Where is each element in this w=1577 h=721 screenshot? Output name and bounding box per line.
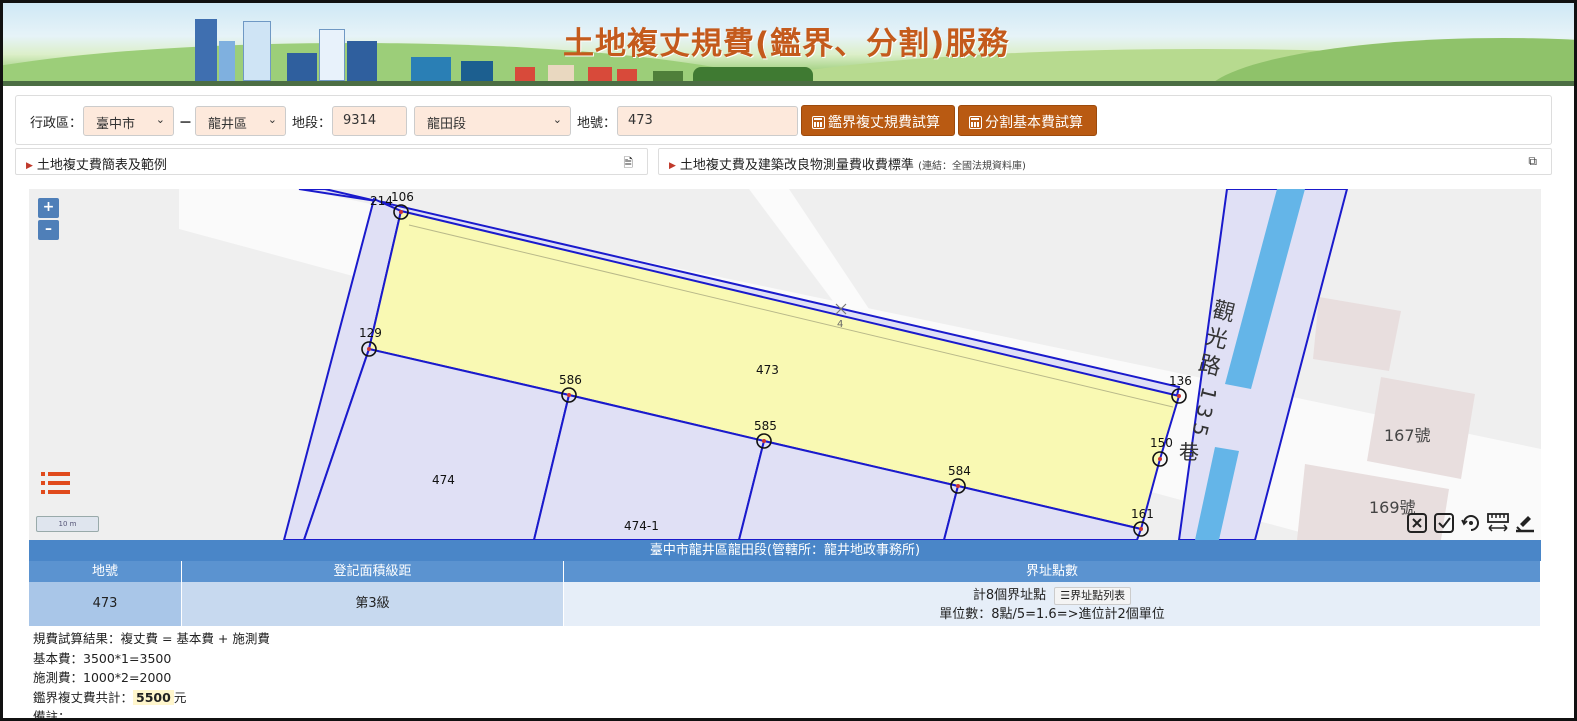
section-label: 地段： [292,116,332,131]
dash-separator: － [179,116,193,131]
point-label: 586 [559,373,582,387]
parcel-label: 473 [756,363,779,377]
point-label: 136 [1169,374,1192,388]
point-label: 150 [1150,436,1173,450]
city-select-value: 臺中市 [96,117,136,132]
survey-fee-button-label: 鑑界複丈規費試算 [828,115,940,131]
cell-boundary-points: 計8個界址點 ☰界址點列表 單位數：8點/5=1.6=>進位計2個單位 [564,582,1541,626]
chevron-down-icon: ⌄ [155,113,165,126]
document-icon: 🗎 [623,156,633,170]
select-checkbox-icon[interactable] [1433,512,1455,534]
download-icon[interactable] [1514,512,1536,534]
city-select[interactable]: 臺中市 ⌄ [83,106,174,136]
column-header-lot: 地號 [29,561,182,582]
cell-lot: 473 [29,582,182,626]
point-label: 106 [391,190,414,204]
fee-standard-link-note: (連結：全國法規資料庫) [918,161,1026,172]
point-label: 129 [359,326,382,340]
page-title: 土地複丈規費(鑑界、分割)服務 [563,26,1010,62]
zoom-out-button[interactable]: – [38,220,59,240]
calculator-icon [812,116,825,129]
map-canvas: 4 214 106 129 586 585 584 136 150 161 47… [179,189,1541,540]
base-fee: 基本費：3500*1=3500 [33,650,172,666]
total-fee-label: 鑑界複丈費共計： [33,689,134,705]
cadastral-map[interactable]: 4 214 106 129 586 585 584 136 150 161 47… [29,189,1541,540]
house-number: 167號 [1384,426,1431,445]
boundary-points-count: 計8個界址點 [972,588,1047,603]
section-name-select[interactable]: 龍田段 ⌄ [414,106,571,136]
query-toolbar: 行政區： 臺中市 ⌄ － 龍井區 ⌄ 地段： 9314 龍田段 ⌄ 地號： 47… [15,95,1552,145]
survey-fee-button[interactable]: 鑑界複丈規費試算 [801,105,955,136]
lot-label: 地號： [577,116,617,131]
zoom-in-button[interactable]: + [38,198,59,218]
building-shape [1313,297,1401,371]
page-banner: 土地複丈規費(鑑界、分割)服務 [3,3,1574,86]
layer-list-icon[interactable] [41,469,71,499]
svg-text:巷: 巷 [1179,440,1199,464]
point-label: 161 [1131,507,1154,521]
app-window: 土地複丈規費(鑑界、分割)服務 行政區： 臺中市 ⌄ － 龍井區 ⌄ 地段： 9… [0,0,1577,721]
clear-selection-icon[interactable] [1406,512,1428,534]
district-label: 行政區： [30,116,83,131]
fee-result: 規費試算結果：複丈費 = 基本費 + 施測費 基本費：3500*1=3500 施… [33,629,270,721]
units-calculation: 單位數：8點/5=1.6=>進位計2個單位 [939,607,1165,622]
fee-standard-link[interactable]: ▶ 土地複丈費及建築改良物測量費收費標準 (連結：全國法規資料庫) ⧉ [658,148,1552,175]
point-label: 585 [754,419,777,433]
survey-fee: 施測費：1000*2=2000 [33,670,172,685]
chevron-down-icon: ⌄ [267,113,277,126]
scale-bar: 10 m [36,516,99,532]
cell-area-grade: 第3級 [182,582,564,626]
fee-formula: 規費試算結果：複丈費 = 基本費 + 施測費 [33,631,270,646]
boundary-point-list-button[interactable]: ☰界址點列表 [1054,587,1132,605]
fee-table-link[interactable]: ▶ 土地複丈費簡表及範例 🗎 [15,148,648,175]
split-fee-button[interactable]: 分割基本費試算 [958,105,1097,136]
total-fee: 鑑界複丈費共計： 5500 元 [33,688,270,708]
split-fee-button-label: 分割基本費試算 [985,115,1083,131]
caret-right-icon: ▶ [26,161,33,171]
column-header-boundary-points: 界址點數 [564,561,1541,582]
total-fee-value: 5500 [133,689,174,705]
table-row: 473 第3級 計8個界址點 ☰界址點列表 單位數：8點/5=1.6=>進位計2… [29,582,1541,626]
column-header-area-grade: 登記面積級距 [182,561,564,582]
table-title: 臺中市龍井區龍田段(管轄所：龍井地政事務所) [29,540,1541,561]
marker-number: 4 [837,319,843,330]
measure-ruler-icon[interactable] [1487,512,1509,534]
table-header-row: 地號 登記面積級距 界址點數 [29,561,1541,582]
chevron-down-icon: ⌄ [552,113,562,126]
external-link-icon: ⧉ [1528,154,1537,168]
result-table: 臺中市龍井區龍田段(管轄所：龍井地政事務所) 地號 登記面積級距 界址點數 47… [29,540,1541,626]
rotate-icon[interactable] [1460,512,1482,534]
section-code-input[interactable]: 9314 [332,106,407,136]
remarks: 備註： [33,709,71,721]
parcel-label: 474-1 [624,519,659,533]
fee-table-link-label: 土地複丈費簡表及範例 [36,158,167,173]
lot-number-input[interactable]: 473 [617,106,798,136]
caret-right-icon: ▶ [669,161,676,171]
section-select-value: 龍田段 [427,117,467,132]
parcel-label: 474 [432,473,455,487]
total-fee-unit: 元 [173,689,187,705]
calculator-icon [969,116,982,129]
point-label: 584 [948,464,971,478]
town-select[interactable]: 龍井區 ⌄ [195,106,286,136]
point-label: 214 [370,194,393,208]
fee-standard-link-label: 土地複丈費及建築改良物測量費收費標準 [679,158,914,173]
town-select-value: 龍井區 [208,117,248,132]
